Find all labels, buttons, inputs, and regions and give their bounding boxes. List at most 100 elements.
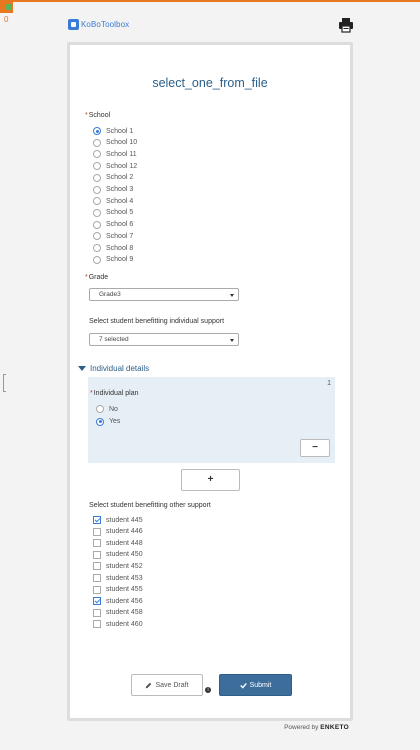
student-checkbox[interactable] bbox=[93, 620, 101, 629]
plan-radio[interactable] bbox=[96, 417, 104, 426]
school-option[interactable]: School 5 bbox=[93, 208, 133, 218]
school-option-label: School 5 bbox=[106, 209, 134, 217]
info-icon[interactable]: i bbox=[205, 687, 211, 693]
student-checkbox[interactable] bbox=[93, 516, 101, 524]
school-option[interactable]: School 2 bbox=[93, 173, 133, 183]
student-checkbox[interactable] bbox=[93, 574, 101, 582]
student-option-label: student 450 bbox=[106, 551, 143, 559]
student-option[interactable]: student 446 bbox=[93, 527, 143, 537]
status-check-icon bbox=[6, 4, 12, 10]
school-radio[interactable] bbox=[93, 185, 101, 194]
student-checkbox[interactable] bbox=[93, 527, 101, 536]
individual-support-select[interactable]: 7 selected bbox=[89, 333, 239, 346]
repeat-instance: 1 *Individual plan No Yes − bbox=[88, 377, 335, 463]
caret-down-icon bbox=[230, 339, 234, 342]
school-option[interactable]: School 9 bbox=[93, 255, 133, 265]
student-option-label: student 452 bbox=[106, 562, 143, 570]
triangle-down-icon bbox=[78, 366, 86, 371]
school-radio[interactable] bbox=[93, 255, 101, 264]
school-option[interactable]: School 10 bbox=[93, 138, 137, 148]
plan-option-label: No bbox=[109, 405, 118, 413]
school-radio[interactable] bbox=[93, 220, 101, 229]
print-button[interactable] bbox=[338, 17, 354, 33]
school-option[interactable]: School 12 bbox=[93, 161, 137, 171]
school-option-label: School 6 bbox=[106, 221, 134, 229]
school-option-label: School 9 bbox=[106, 256, 134, 264]
add-repeat-button[interactable]: + bbox=[181, 469, 240, 491]
save-draft-button[interactable]: Save Draft bbox=[131, 674, 203, 696]
kobo-logo-icon bbox=[68, 19, 79, 30]
school-option[interactable]: School 8 bbox=[93, 243, 133, 253]
form-title: select_one_from_file bbox=[152, 76, 268, 90]
school-option[interactable]: School 7 bbox=[93, 231, 133, 241]
student-option-label: student 456 bbox=[106, 597, 143, 605]
school-radio[interactable] bbox=[93, 197, 101, 206]
student-option[interactable]: student 445 bbox=[93, 515, 143, 525]
school-option[interactable]: School 11 bbox=[93, 149, 137, 159]
student-option-label: student 445 bbox=[106, 516, 143, 524]
grade-label: *Grade bbox=[85, 274, 109, 281]
student-option[interactable]: student 450 bbox=[93, 550, 143, 560]
school-option[interactable]: School 3 bbox=[93, 185, 133, 195]
school-option-label: School 8 bbox=[106, 244, 134, 252]
school-radio[interactable] bbox=[93, 162, 101, 171]
student-option-label: student 448 bbox=[106, 539, 143, 547]
student-checkbox[interactable] bbox=[93, 550, 101, 559]
plan-radio[interactable] bbox=[96, 405, 104, 413]
school-option-label: School 2 bbox=[106, 174, 134, 182]
student-option-label: student 460 bbox=[106, 620, 143, 628]
plan-option[interactable]: No bbox=[96, 404, 118, 414]
form-card: select_one_from_file *School School 1 Sch… bbox=[67, 42, 353, 721]
school-option-label: School 11 bbox=[106, 150, 137, 158]
student-checkbox[interactable] bbox=[93, 539, 101, 548]
school-radio[interactable] bbox=[93, 150, 101, 159]
student-option-label: student 453 bbox=[106, 574, 143, 582]
remove-repeat-button[interactable]: − bbox=[300, 439, 330, 457]
plan-option-label: Yes bbox=[109, 418, 121, 425]
school-radio[interactable] bbox=[93, 208, 101, 217]
school-radio[interactable] bbox=[93, 173, 101, 182]
student-option[interactable]: student 448 bbox=[93, 538, 143, 548]
page-header: KoBoToolbox bbox=[68, 17, 354, 37]
save-draft-label: Save Draft bbox=[155, 681, 189, 689]
top-accent-line bbox=[0, 0, 420, 2]
student-option[interactable]: student 452 bbox=[93, 561, 143, 571]
individual-details-toggle[interactable]: Individual details bbox=[78, 364, 149, 373]
caret-down-icon bbox=[230, 294, 234, 297]
student-checkbox[interactable] bbox=[93, 562, 101, 571]
status-count: 0 bbox=[4, 15, 9, 24]
student-checkbox[interactable] bbox=[93, 585, 101, 594]
plan-option[interactable]: Yes bbox=[96, 417, 120, 427]
repeat-index: 1 bbox=[327, 380, 331, 387]
school-option[interactable]: School 4 bbox=[93, 196, 133, 206]
student-option[interactable]: student 460 bbox=[93, 619, 143, 629]
other-support-label: Select student benefitting other support bbox=[89, 502, 211, 509]
school-option[interactable]: School 6 bbox=[93, 220, 133, 230]
school-option-label: School 12 bbox=[106, 162, 138, 170]
school-radio[interactable] bbox=[93, 138, 101, 147]
print-icon bbox=[339, 18, 353, 33]
school-radio[interactable] bbox=[93, 232, 101, 241]
student-option[interactable]: student 458 bbox=[93, 608, 143, 618]
side-bracket bbox=[3, 374, 6, 392]
student-option-label: student 455 bbox=[106, 586, 143, 594]
student-option[interactable]: student 453 bbox=[93, 573, 143, 583]
student-option[interactable]: student 456 bbox=[93, 596, 143, 606]
school-option[interactable]: School 1 bbox=[93, 126, 133, 136]
individual-support-label: Select student benefitting individual su… bbox=[89, 318, 225, 325]
enketo-brand: ENKETO bbox=[320, 724, 349, 731]
student-option[interactable]: student 455 bbox=[93, 585, 143, 595]
school-option-label: School 4 bbox=[106, 197, 134, 205]
grade-value: Grade3 bbox=[99, 291, 121, 298]
submit-label: Submit bbox=[249, 681, 272, 689]
check-icon bbox=[239, 682, 247, 689]
submit-button[interactable]: Submit bbox=[219, 674, 292, 696]
student-option-label: student 458 bbox=[106, 609, 143, 617]
school-radio[interactable] bbox=[93, 127, 101, 135]
student-checkbox[interactable] bbox=[93, 608, 101, 617]
grade-select[interactable]: Grade3 bbox=[89, 288, 239, 301]
school-option-label: School 3 bbox=[106, 186, 134, 193]
school-radio[interactable] bbox=[93, 244, 101, 252]
student-checkbox[interactable] bbox=[93, 597, 101, 606]
school-option-label: School 1 bbox=[106, 127, 134, 135]
